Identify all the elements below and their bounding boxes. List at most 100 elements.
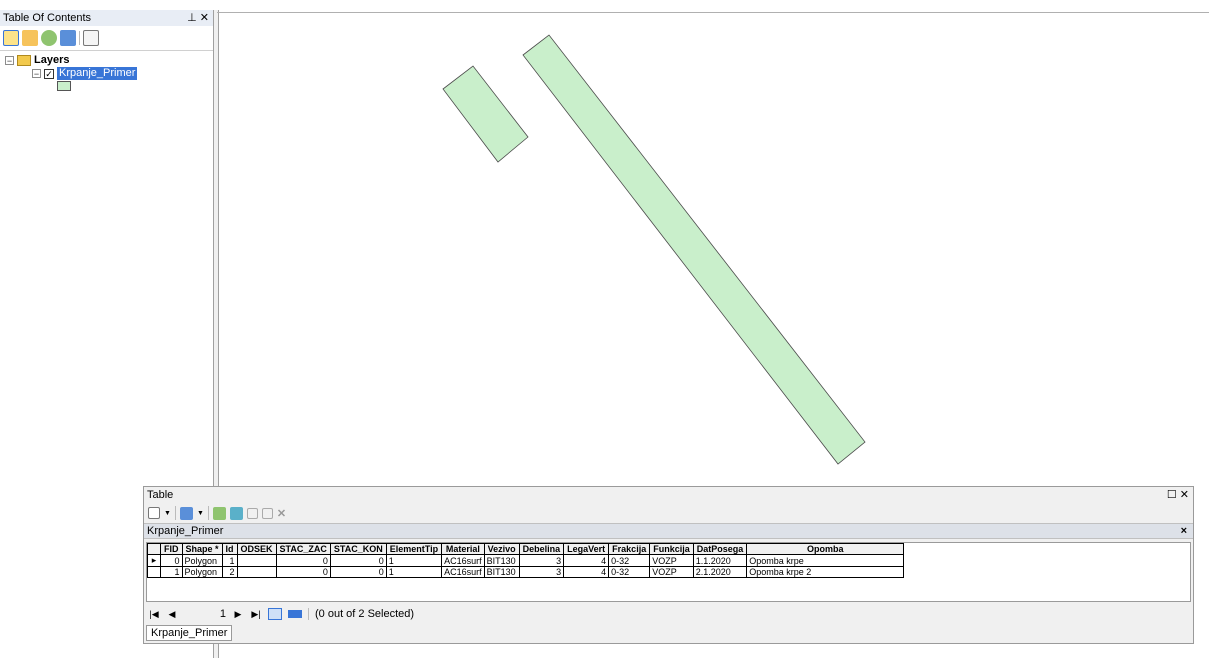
map-polygon-long[interactable] <box>522 34 866 465</box>
tree-row-layers: − Layers <box>2 54 213 67</box>
last-record-icon[interactable]: ▶| <box>250 609 262 620</box>
table-cell[interactable]: BIT130 <box>483 566 520 578</box>
column-header[interactable]: Vezivo <box>483 543 520 555</box>
table-cell[interactable]: Polygon <box>181 566 223 578</box>
record-navigator: |◀ ◀ 1 ▶ ▶| (0 out of 2 Selected) <box>148 605 414 623</box>
map-canvas[interactable] <box>217 13 1209 483</box>
layer-visibility-checkbox[interactable]: ✓ <box>44 68 54 79</box>
toc-title-bar: Table Of Contents ⊥ ✕ <box>0 10 213 26</box>
column-header[interactable]: Opomba <box>746 543 905 555</box>
table-cell[interactable]: AC16surf <box>441 566 485 578</box>
toolbar-separator <box>79 31 80 45</box>
table-cell[interactable]: 0 <box>160 554 183 567</box>
list-by-visibility-icon[interactable] <box>41 30 57 46</box>
show-all-records-icon[interactable] <box>268 608 282 620</box>
table-cell[interactable]: 0 <box>275 554 331 567</box>
table-cell[interactable]: BIT130 <box>483 554 520 567</box>
related-tables-icon[interactable] <box>179 506 193 520</box>
table-cell[interactable]: VOZP <box>649 566 694 578</box>
table-layer-bar: Krpanje_Primer × <box>144 523 1193 539</box>
table-cell[interactable]: 1 <box>385 554 443 567</box>
layer-symbol-swatch[interactable] <box>57 81 71 91</box>
column-header[interactable]: Frakcija <box>608 543 651 555</box>
table-cell[interactable]: 2 <box>221 566 238 578</box>
column-header[interactable]: ODSEK <box>236 543 277 555</box>
table-cell[interactable]: 3 <box>518 554 565 567</box>
table-close-icon[interactable]: ✕ <box>1180 489 1189 501</box>
table-cell[interactable]: AC16surf <box>441 554 485 567</box>
table-cell[interactable]: 3 <box>518 566 565 578</box>
previous-record-icon[interactable]: ◀ <box>166 609 178 620</box>
table-options-icon[interactable] <box>148 507 160 519</box>
column-header[interactable]: FID <box>160 543 183 555</box>
table-cell[interactable]: 1 <box>160 566 183 578</box>
table-cell[interactable]: 1 <box>385 566 443 578</box>
column-header[interactable]: DatPosega <box>692 543 748 555</box>
options-icon[interactable] <box>83 30 99 46</box>
table-cell[interactable]: 0 <box>329 566 387 578</box>
toc-title: Table Of Contents <box>3 12 92 24</box>
column-header[interactable]: STAC_ZAC <box>275 543 331 555</box>
clear-selection-icon[interactable] <box>246 507 258 519</box>
table-cell[interactable]: 4 <box>563 554 610 567</box>
copy-selected-icon[interactable] <box>261 507 273 519</box>
table-cell[interactable]: 0-32 <box>608 554 651 567</box>
column-header[interactable]: LegaVert <box>563 543 610 555</box>
column-header[interactable]: ElementTip <box>385 543 443 555</box>
table-cell[interactable]: 1 <box>221 554 238 567</box>
toolbar-separator <box>308 608 309 620</box>
show-selected-records-icon[interactable] <box>288 610 302 618</box>
map-polygon-small[interactable] <box>442 65 529 163</box>
table-cell[interactable]: VOZP <box>649 554 694 567</box>
table-title-bar: Table ☐ ✕ <box>144 487 1193 503</box>
select-by-attributes-icon[interactable] <box>212 506 226 520</box>
layer-tree: − Layers − ✓ Krpanje_Primer <box>0 54 213 92</box>
collapse-icon[interactable]: − <box>5 56 14 66</box>
column-header[interactable]: Debelina <box>518 543 565 555</box>
list-by-source-icon[interactable] <box>22 30 38 46</box>
table-header-row: FID Shape * Id ODSEK STAC_ZAC STAC_KON Element… <box>147 543 905 555</box>
column-header[interactable]: STAC_KON <box>329 543 387 555</box>
toc-close-icon[interactable]: ✕ <box>200 12 209 24</box>
table-cell[interactable]: 0-32 <box>608 566 651 578</box>
table-cell[interactable]: 4 <box>563 566 610 578</box>
dropdown-arrow-icon[interactable]: ▼ <box>197 510 204 517</box>
table-cell[interactable] <box>236 554 277 567</box>
table-cell[interactable]: 0 <box>275 566 331 578</box>
table-row[interactable]: ▸ 0 Polygon 1 0 0 1 AC16surf BIT130 3 4 0-32 VOZP 1.1… <box>147 554 905 567</box>
current-record-input[interactable]: 1 <box>184 608 226 620</box>
table-tab-krpanje-primer[interactable]: Krpanje_Primer <box>146 625 233 641</box>
tree-row-symbol <box>2 80 213 92</box>
table-cell[interactable]: 1.1.2020 <box>692 554 748 567</box>
column-header[interactable]: Funkcija <box>649 543 694 555</box>
table-cell[interactable]: Opomba krpe <box>746 554 905 567</box>
maximize-icon[interactable]: ☐ <box>1167 489 1177 501</box>
table-row[interactable]: 1 Polygon 2 0 0 1 AC16surf BIT130 3 4 0-32 VOZP 2.1.… <box>147 566 905 578</box>
column-header[interactable]: Material <box>441 543 485 555</box>
delete-selected-icon[interactable]: ✕ <box>277 507 286 520</box>
table-cell[interactable]: 2.1.2020 <box>692 566 748 578</box>
table-body: ▸ 0 Polygon 1 0 0 1 AC16surf BIT130 3 4 0-32 VOZP 1.1… <box>147 554 905 578</box>
collapse-icon[interactable]: − <box>32 69 41 79</box>
table-cell[interactable]: Opomba krpe 2 <box>746 566 905 578</box>
list-by-selection-icon[interactable] <box>60 30 76 46</box>
column-header[interactable]: Shape * <box>181 543 223 555</box>
row-selector[interactable]: ▸ <box>147 554 161 567</box>
pin-icon[interactable]: ⊥ <box>187 12 197 24</box>
row-selector[interactable] <box>147 566 161 578</box>
table-cell[interactable]: Polygon <box>181 554 223 567</box>
toolbar-separator <box>174 506 176 520</box>
layer-close-icon[interactable]: × <box>1181 524 1187 538</box>
layers-root-label[interactable]: Layers <box>34 54 69 67</box>
list-by-drawing-order-icon[interactable] <box>3 30 19 46</box>
switch-selection-icon[interactable] <box>229 506 243 520</box>
next-record-icon[interactable]: ▶ <box>232 609 244 620</box>
layer-name-label[interactable]: Krpanje_Primer <box>57 67 138 80</box>
column-header[interactable]: Id <box>221 543 238 555</box>
table-cell[interactable]: 0 <box>329 554 387 567</box>
table-toolbar: ▼ ▼ ✕ <box>144 503 1193 523</box>
dropdown-arrow-icon[interactable]: ▼ <box>164 510 171 517</box>
table-cell[interactable] <box>236 566 277 578</box>
first-record-icon[interactable]: |◀ <box>148 609 160 620</box>
selection-status: (0 out of 2 Selected) <box>315 608 415 620</box>
